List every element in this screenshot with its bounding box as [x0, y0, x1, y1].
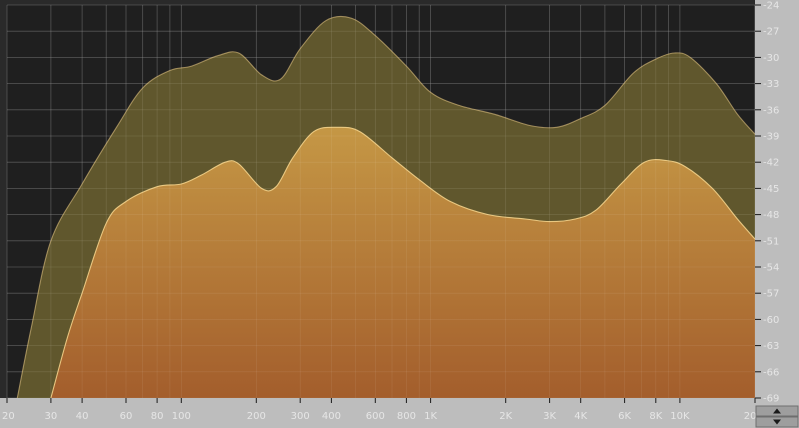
- y-tick-label: -36: [763, 105, 779, 116]
- x-tick-label: 3K: [543, 411, 556, 422]
- y-tick-label: -45: [763, 184, 779, 195]
- x-tick-label: 200: [247, 411, 266, 422]
- scroll-down-button[interactable]: [755, 416, 799, 428]
- y-tick-label: -33: [763, 79, 779, 90]
- x-tick-label: 30: [45, 411, 58, 422]
- x-tick-label: 600: [366, 411, 385, 422]
- y-tick-label: -27: [763, 27, 779, 38]
- x-tick-label: 800: [397, 411, 416, 422]
- spectrum-chart: -24 -27 -30 -33 -36 -39 -42 -45 -48 -51 -54 -57 -60 -…: [0, 0, 799, 428]
- spectrum-analyzer: -24 -27 -30 -33 -36 -39 -42 -45 -48 -51 -54 -57 -60 -…: [0, 0, 799, 428]
- y-tick-label: -60: [763, 315, 779, 326]
- y-tick-label: -39: [763, 132, 779, 143]
- x-tick-label: 60: [120, 411, 133, 422]
- y-tick-label: -30: [763, 53, 779, 64]
- x-tick-label: 300: [291, 411, 310, 422]
- x-tick-label: 6K: [618, 411, 631, 422]
- y-tick-label: -66: [763, 367, 779, 378]
- y-tick-label: -63: [763, 341, 779, 352]
- x-tick-label: 100: [172, 411, 191, 422]
- x-tick-label: 20: [2, 411, 15, 422]
- y-tick-label: -42: [763, 158, 779, 169]
- x-tick-label: 400: [322, 411, 341, 422]
- x-tick-label: 8K: [649, 411, 662, 422]
- y-tick-label: -24: [763, 1, 779, 12]
- x-tick-label: 1K: [424, 411, 437, 422]
- y-tick-label: -57: [763, 289, 779, 300]
- x-tick-label: 40: [76, 411, 89, 422]
- y-tick-label: -69: [763, 394, 779, 405]
- y-tick-label: -48: [763, 210, 779, 221]
- y-tick-label: -51: [763, 236, 779, 247]
- scroll-up-button[interactable]: [755, 405, 799, 417]
- x-tick-label: 2K: [499, 411, 512, 422]
- y-tick-label: -54: [763, 263, 779, 274]
- x-tick-label: 80: [151, 411, 164, 422]
- x-tick-label: 10K: [670, 411, 690, 422]
- x-tick-label: 4K: [574, 411, 587, 422]
